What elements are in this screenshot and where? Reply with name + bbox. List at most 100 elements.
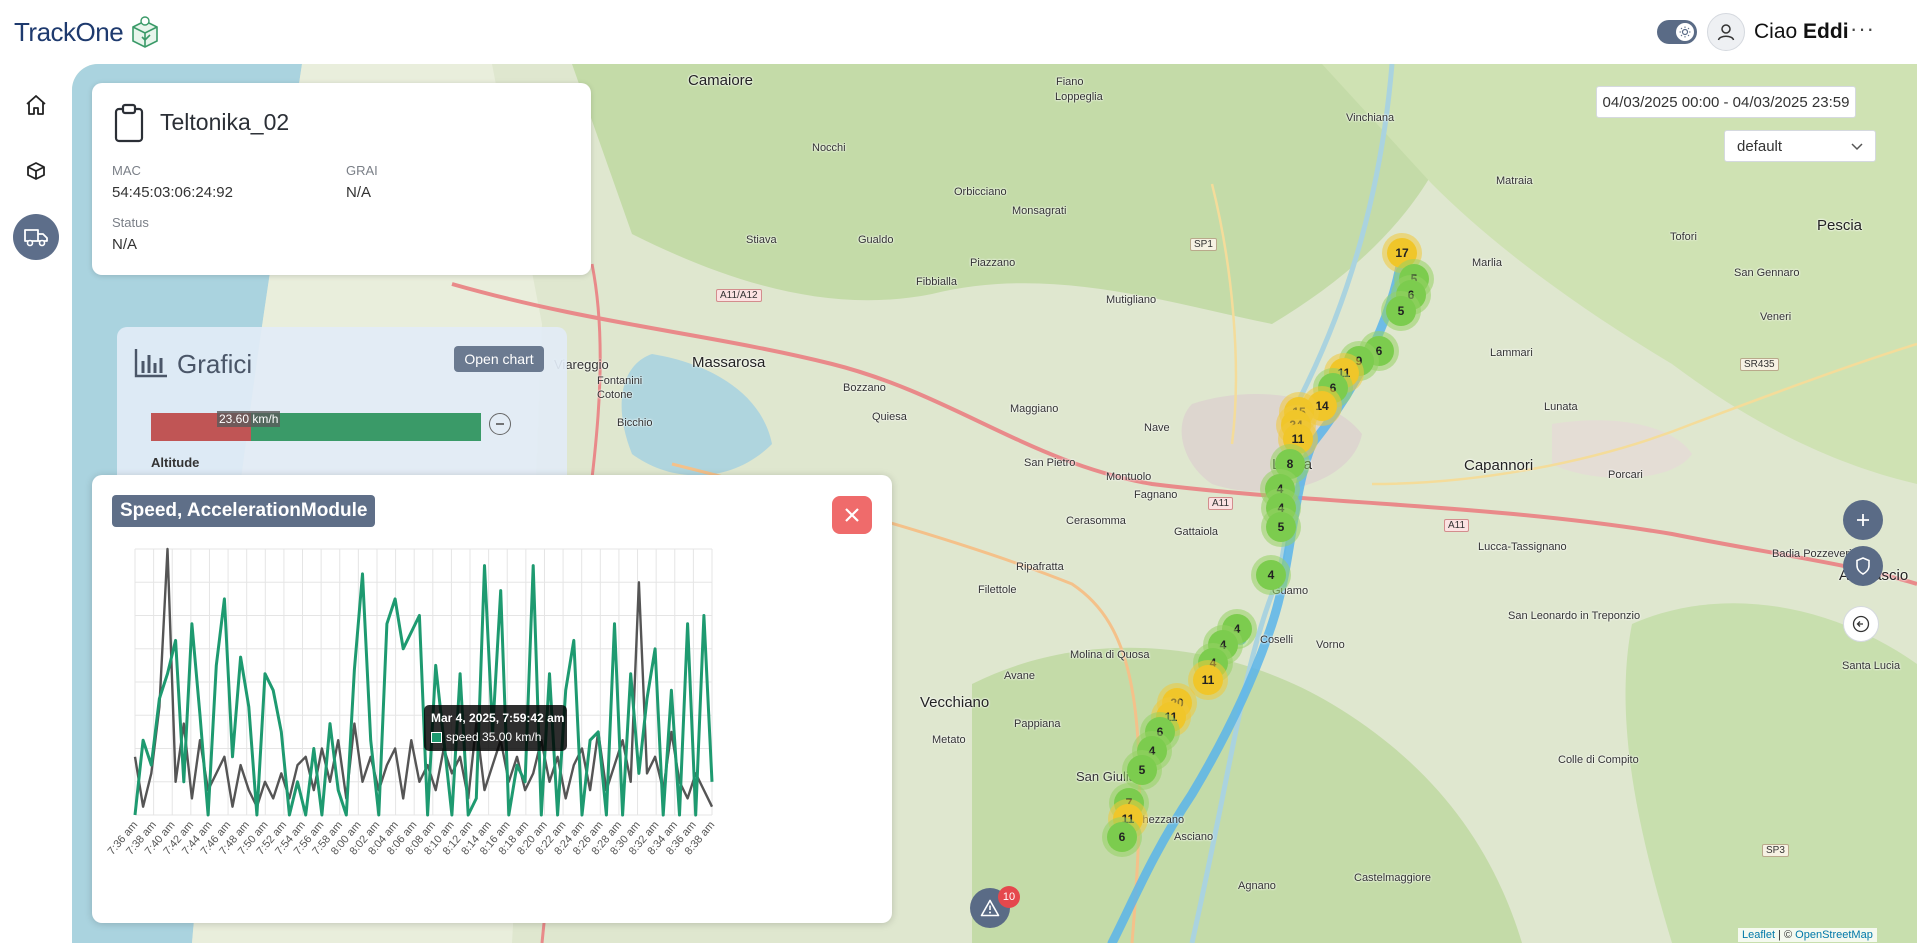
osm-link[interactable]: OpenStreetMap	[1795, 929, 1873, 941]
place-label: Pappiana	[1014, 718, 1061, 730]
place-label: Colle di Compito	[1558, 754, 1639, 766]
open-chart-button[interactable]: Open chart	[454, 346, 544, 372]
place-label: Stiava	[746, 234, 777, 246]
place-label: Monsagrati	[1012, 205, 1067, 217]
place-label: San Gennaro	[1734, 267, 1800, 279]
place-label: Fiano	[1056, 76, 1084, 88]
place-label: Lucca-Tassignano	[1478, 541, 1567, 553]
series-line-speed[interactable]	[133, 564, 714, 817]
map-cluster[interactable]: 5	[1266, 512, 1296, 542]
home-icon	[26, 95, 46, 115]
theme-toggle[interactable]	[1657, 20, 1697, 44]
sun-icon	[1676, 23, 1694, 41]
place-label: Marlia	[1472, 257, 1502, 269]
place-label: Bicchio	[617, 417, 653, 429]
logo[interactable]: TrackOne	[14, 14, 161, 50]
place-label: Tofori	[1670, 231, 1697, 243]
place-label: Molina di Quosa	[1070, 649, 1150, 661]
chart-tooltip: Mar 4, 2025, 7:59:42 am speed 35.00 km/h	[424, 705, 567, 751]
place-label: Castelmaggiore	[1354, 872, 1432, 884]
speed-bar-label: 23.60 km/h	[217, 411, 281, 427]
place-label: Loppeglia	[1055, 91, 1103, 103]
road-badge: SP1	[1190, 238, 1217, 251]
road-badge: A11	[1208, 497, 1234, 510]
place-label: Fontanini	[597, 375, 643, 387]
collapse-bar-button[interactable]	[489, 413, 511, 435]
place-label: Orbicciano	[954, 186, 1007, 198]
zoom-in-button[interactable]	[1843, 500, 1883, 540]
road-badge: SP3	[1762, 844, 1789, 857]
place-label: Nocchi	[812, 142, 846, 154]
sidebar-item-packages[interactable]	[13, 148, 59, 194]
user-avatar-icon[interactable]	[1707, 13, 1745, 51]
place-label: San Pietro	[1024, 457, 1076, 469]
clipboard-icon	[114, 103, 144, 143]
logo-box-icon	[132, 16, 158, 48]
altitude-label: Altitude	[151, 455, 200, 470]
map-cluster[interactable]: 6	[1107, 822, 1137, 852]
place-label: Lammari	[1490, 347, 1533, 359]
alert-count-badge: 10	[998, 886, 1020, 908]
map-cluster[interactable]: 11	[1193, 665, 1223, 695]
grai-label: GRAI	[346, 163, 378, 178]
shield-icon	[1856, 557, 1870, 575]
tooltip-swatch	[431, 732, 442, 743]
status-label: Status	[112, 215, 149, 230]
place-label: Fagnano	[1134, 489, 1178, 501]
sidebar-item-home[interactable]	[13, 82, 59, 128]
place-label: Gualdo	[858, 234, 894, 246]
road-badge: A11/A12	[716, 289, 762, 302]
close-chart-button[interactable]	[832, 496, 872, 534]
more-menu-button[interactable]: ···	[1850, 16, 1875, 42]
place-label: Montuolo	[1106, 471, 1152, 483]
greeting-prefix: Ciao	[1754, 20, 1798, 43]
geofence-button[interactable]	[1843, 546, 1883, 586]
sidebar-item-vehicles[interactable]	[13, 214, 59, 260]
place-label: Capannori	[1464, 457, 1534, 474]
speed-chart[interactable]: 7:36 am7:38 am7:40 am7:42 am7:44 am7:46 …	[92, 475, 892, 923]
user-greeting: Ciao Eddi	[1754, 20, 1849, 44]
profile-select[interactable]: default	[1724, 130, 1876, 162]
arrow-left-circle-icon	[1852, 615, 1870, 633]
profile-select-value: default	[1737, 137, 1783, 155]
mac-value: 54:45:03:06:24:92	[112, 184, 233, 201]
place-label: Agnano	[1238, 880, 1276, 892]
tooltip-title: Mar 4, 2025, 7:59:42 am	[431, 711, 565, 725]
place-label: Badia Pozzeveri	[1772, 548, 1852, 560]
place-label: Cotone	[597, 389, 633, 401]
place-label: Quiesa	[872, 411, 907, 423]
place-label: Filettole	[978, 584, 1017, 596]
sidebar	[0, 64, 72, 943]
place-label: Santa Lucia	[1842, 660, 1901, 672]
bar-chart-icon	[134, 349, 167, 378]
minus-icon	[496, 423, 504, 425]
road-badge: A11	[1444, 519, 1470, 532]
speed-bar-high	[251, 413, 481, 441]
map-attribution: Leaflet | © OpenStreetMap	[1738, 928, 1877, 942]
mac-label: MAC	[112, 163, 141, 178]
map-cluster[interactable]: 5	[1386, 296, 1416, 326]
place-label: Vinchiana	[1346, 112, 1395, 124]
map-cluster[interactable]: 5	[1127, 755, 1157, 785]
place-label: San Leonardo in Treponzio	[1508, 610, 1641, 622]
plus-icon	[1857, 514, 1869, 526]
place-label: Vecchiano	[920, 694, 990, 711]
place-label: Porcari	[1608, 469, 1643, 481]
place-label: Metato	[932, 734, 966, 746]
place-label: Massarosa	[692, 354, 766, 371]
place-label: Matraia	[1496, 175, 1533, 187]
place-label: Gattaiola	[1174, 526, 1219, 538]
date-range-picker[interactable]: 04/03/2025 00:00 - 04/03/2025 23:59	[1596, 86, 1856, 118]
leaflet-link[interactable]: Leaflet	[1742, 929, 1775, 941]
warning-icon	[980, 899, 1000, 917]
charts-panel-title: Grafici	[177, 349, 253, 379]
place-label: Ripafratta	[1016, 561, 1064, 573]
place-label: Pescia	[1817, 217, 1863, 234]
map-cluster[interactable]: 4	[1256, 560, 1286, 590]
logo-text: TrackOne	[14, 16, 124, 47]
user-name: Eddi	[1803, 20, 1849, 43]
box-icon	[27, 162, 45, 180]
place-label: Cerasomma	[1066, 515, 1126, 527]
place-label: Bozzano	[843, 382, 886, 394]
collapse-panel-button[interactable]	[1843, 606, 1879, 642]
